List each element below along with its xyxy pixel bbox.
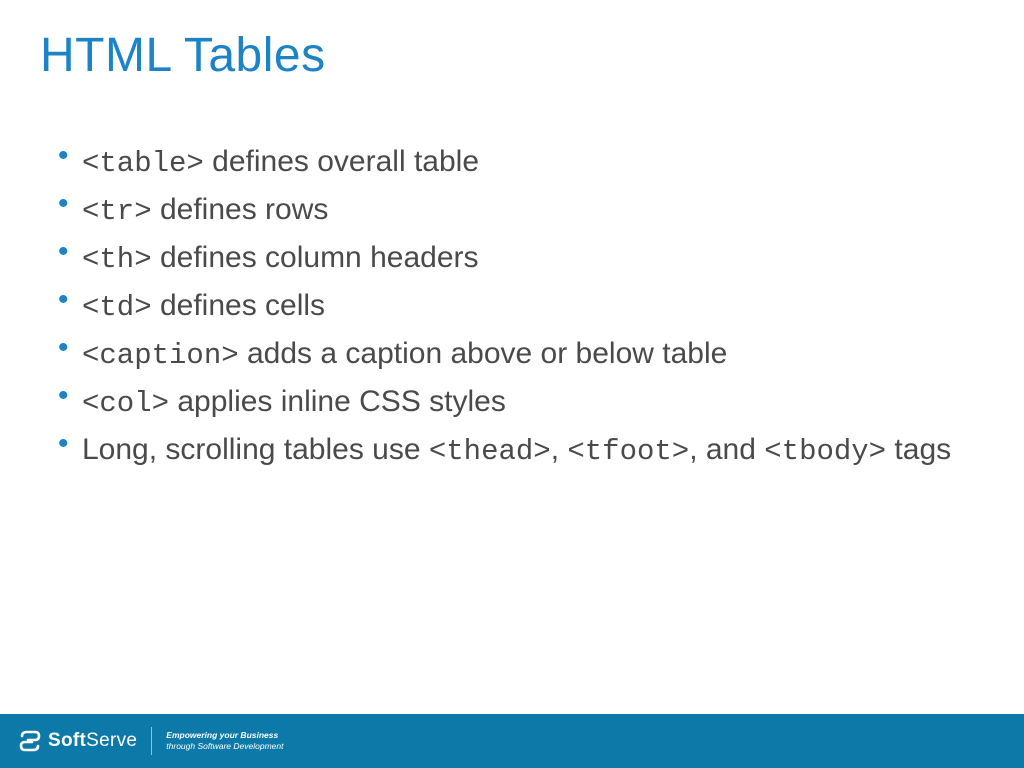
slide-content: <table> defines overall table <tr> defin… — [0, 83, 1024, 475]
code-tag: <table> — [82, 147, 204, 180]
item-text: , — [551, 433, 568, 466]
code-tag: <tfoot> — [567, 435, 689, 468]
logo-group: SoftServe Empowering your Business throu… — [18, 714, 283, 768]
slide: HTML Tables <table> defines overall tabl… — [0, 0, 1024, 768]
softserve-logo-icon — [18, 729, 42, 753]
bullet-list: <table> defines overall table <tr> defin… — [56, 139, 968, 475]
item-text: Long, scrolling tables use — [82, 433, 429, 466]
code-tag: <caption> — [82, 339, 239, 372]
brand-bold: Soft — [48, 730, 86, 751]
list-item: <tr> defines rows — [56, 187, 968, 235]
item-text: applies inline CSS styles — [169, 385, 506, 418]
footer-divider — [151, 727, 152, 755]
list-item: <th> defines column headers — [56, 235, 968, 283]
brand-name: SoftServe — [48, 730, 137, 752]
item-text: defines rows — [152, 193, 329, 226]
item-text: tags — [886, 433, 951, 466]
item-text: adds a caption above or below table — [239, 337, 728, 370]
list-item: <col> applies inline CSS styles — [56, 379, 968, 427]
footer-tagline: Empowering your Business through Softwar… — [166, 730, 283, 751]
list-item: <td> defines cells — [56, 283, 968, 331]
code-tag: <th> — [82, 243, 152, 276]
footer-bar: SoftServe Empowering your Business throu… — [0, 714, 1024, 768]
code-tag: <tr> — [82, 195, 152, 228]
item-text: defines cells — [152, 289, 325, 322]
list-item: <table> defines overall table — [56, 139, 968, 187]
list-item: Long, scrolling tables use <thead>, <tfo… — [56, 427, 968, 475]
code-tag: <td> — [82, 291, 152, 324]
code-tag: <tbody> — [764, 435, 886, 468]
brand-light: Serve — [86, 730, 137, 751]
slide-title: HTML Tables — [0, 0, 1024, 83]
code-tag: <col> — [82, 387, 169, 420]
tagline-line: through Software Development — [166, 741, 283, 752]
item-text: defines overall table — [204, 145, 479, 178]
code-tag: <thead> — [429, 435, 551, 468]
list-item: <caption> adds a caption above or below … — [56, 331, 968, 379]
item-text: defines column headers — [152, 241, 479, 274]
item-text: , and — [689, 433, 764, 466]
tagline-line: Empowering your Business — [166, 730, 283, 741]
